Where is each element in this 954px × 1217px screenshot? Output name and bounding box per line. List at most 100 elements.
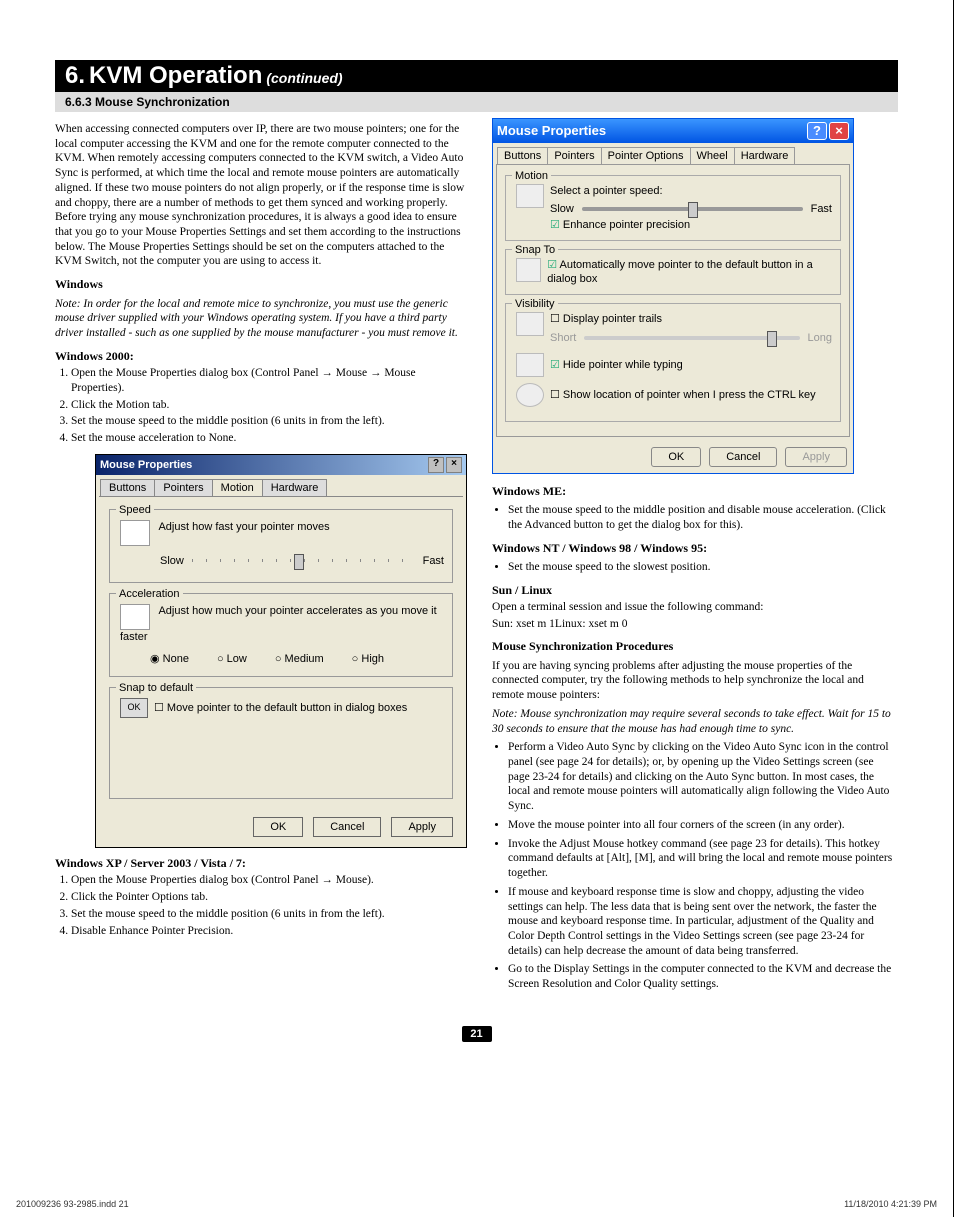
hide-icon [516,353,544,377]
dialog-titlebar: Mouse Properties ? × [96,455,466,475]
proc-bullet: Move the mouse pointer into all four cor… [508,818,898,833]
step: Set the mouse speed to the middle positi… [71,907,467,922]
snap-legend: Snap To [512,243,558,257]
section-title: KVM Operation [89,62,262,90]
radio-high[interactable]: High [352,652,384,666]
slow-label: Slow [160,554,184,568]
trails-icon [516,312,544,336]
proc-bullet: Go to the Display Settings in the comput… [508,962,898,991]
apply-button[interactable]: Apply [785,447,847,467]
right-column: Mouse Properties ? × Buttons Pointers Po… [492,118,898,996]
winxp-steps: Open the Mouse Properties dialog box (Co… [71,873,467,938]
dialog-tabs: Buttons Pointers Motion Hardware [96,475,466,496]
acceleration-group: Acceleration Adjust how much your pointe… [109,593,453,677]
procedures-text: If you are having syncing problems after… [492,659,898,703]
motion-group: Motion Select a pointer speed: Slow Fast [505,175,841,241]
enhance-checkbox[interactable]: Enhance pointer precision [550,218,832,232]
dialog-titlebar: Mouse Properties ? × [493,119,853,143]
tab-pointers[interactable]: Pointers [154,479,212,496]
section-continued: (continued) [266,70,342,86]
speed-slider[interactable] [582,207,803,211]
speed-legend: Speed [116,503,154,517]
win2000-dialog: Mouse Properties ? × Buttons Pointers Mo… [95,454,467,848]
fast-label: Fast [811,202,832,216]
intro-text: When accessing connected computers over … [55,122,467,269]
step: Click the Pointer Options tab. [71,890,467,905]
snap-group: Snap To Automatically move pointer to th… [505,249,841,295]
snap-checkbox[interactable]: Move pointer to the default button in di… [154,701,407,715]
footer-left: 201009236 93-2985.indd 21 [16,1199,129,1209]
page-footer: 201009236 93-2985.indd 21 11/18/2010 4:2… [16,1199,937,1209]
dialog-title: Mouse Properties [497,123,606,140]
proc-bullet: Invoke the Adjust Mouse hotkey command (… [508,837,898,881]
procedures-heading: Mouse Synchronization Procedures [492,639,898,654]
pointer-icon [516,184,544,208]
cancel-button[interactable]: Cancel [709,447,777,467]
tab-buttons[interactable]: Buttons [100,479,155,496]
speed-slider[interactable] [192,559,415,562]
motion-legend: Motion [512,169,551,183]
hide-checkbox[interactable]: Hide pointer while typing [550,358,683,372]
winxp-dialog: Mouse Properties ? × Buttons Pointers Po… [492,118,854,474]
long-label: Long [808,331,832,345]
ok-icon: OK [120,698,148,718]
sun-text1: Open a terminal session and issue the fo… [492,600,898,615]
trails-slider [584,336,799,340]
tab-pointer-options[interactable]: Pointer Options [601,147,691,164]
step: Set the mouse acceleration to None. [71,431,467,446]
snap-icon [516,258,541,282]
windows-note: Note: In order for the local and remote … [55,297,467,341]
speed-group: Speed Adjust how fast your pointer moves… [109,509,453,583]
accel-icon [120,604,150,630]
speed-text: Adjust how fast your pointer moves [158,521,329,533]
help-icon[interactable]: ? [428,457,444,473]
tab-motion[interactable]: Motion [212,479,263,496]
win2000-steps: Open the Mouse Properties dialog box (Co… [71,366,467,446]
snap-legend: Snap to default [116,681,196,695]
radio-none[interactable]: None [150,652,189,666]
ok-button[interactable]: OK [253,817,303,837]
apply-button[interactable]: Apply [391,817,453,837]
snap-checkbox[interactable]: Automatically move pointer to the defaul… [547,258,832,286]
cancel-button[interactable]: Cancel [313,817,381,837]
visibility-group: Visibility Display pointer trails Short … [505,303,841,421]
section-header: 6. KVM Operation (continued) [55,60,898,92]
step: Open the Mouse Properties dialog box (Co… [71,366,467,395]
close-icon[interactable]: × [829,122,849,140]
motion-text: Select a pointer speed: [550,184,832,198]
trails-checkbox[interactable]: Display pointer trails [550,312,832,326]
proc-bullet: Perform a Video Auto Sync by clicking on… [508,740,898,814]
ctrl-checkbox[interactable]: Show location of pointer when I press th… [550,388,816,402]
help-icon[interactable]: ? [807,122,827,140]
dialog-tabs: Buttons Pointers Pointer Options Wheel H… [493,143,853,164]
step: Set the mouse speed to the middle positi… [71,414,467,429]
snap-group: Snap to default OK Move pointer to the d… [109,687,453,799]
fast-label: Fast [423,554,444,568]
tab-buttons[interactable]: Buttons [497,147,548,164]
procedures-note: Note: Mouse synchronization may require … [492,707,898,736]
step: Disable Enhance Pointer Precision. [71,924,467,939]
step: Open the Mouse Properties dialog box (Co… [71,873,467,888]
tab-hardware[interactable]: Hardware [734,147,796,164]
winme-heading: Windows ME: [492,484,898,499]
subsection-title: 6.6.3 Mouse Synchronization [55,92,898,112]
step: Click the Motion tab. [71,398,467,413]
radio-low[interactable]: Low [217,652,247,666]
pointer-icon [120,520,150,546]
radio-medium[interactable]: Medium [275,652,324,666]
tab-pointers[interactable]: Pointers [547,147,601,164]
tab-wheel[interactable]: Wheel [690,147,735,164]
ctrl-icon [516,383,544,407]
close-icon[interactable]: × [446,457,462,473]
winnt-heading: Windows NT / Windows 98 / Windows 95: [492,541,898,556]
short-label: Short [550,331,576,345]
acc-legend: Acceleration [116,587,183,601]
left-column: When accessing connected computers over … [55,118,467,996]
ok-button[interactable]: OK [651,447,701,467]
dialog-title: Mouse Properties [100,458,192,472]
tab-hardware[interactable]: Hardware [262,479,328,496]
me-bullet: Set the mouse speed to the middle positi… [508,503,898,532]
section-number: 6. [65,62,85,90]
vis-legend: Visibility [512,297,558,311]
proc-bullet: If mouse and keyboard response time is s… [508,885,898,959]
